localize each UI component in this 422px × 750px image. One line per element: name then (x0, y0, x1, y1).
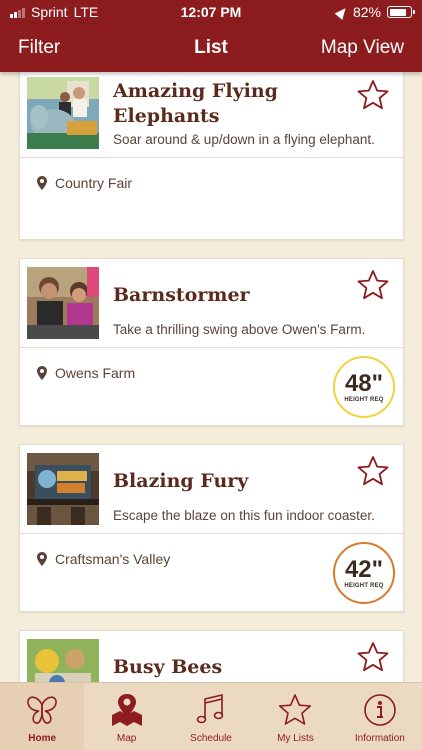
butterfly-icon (27, 696, 58, 724)
ride-location: Owens Farm (37, 365, 135, 381)
ride-name: Amazing Flying Elephants (113, 80, 278, 127)
status-bar: Sprint LTE 12:07 PM 82% (0, 0, 422, 24)
height-label: HEIGHT REQ (344, 396, 384, 403)
ride-card[interactable]: Busy Bees (19, 630, 404, 682)
height-value: 48" (344, 369, 384, 397)
ride-thumbnail (27, 453, 99, 525)
height-value: 42" (344, 555, 384, 583)
height-label: HEIGHT REQ (344, 582, 384, 589)
ride-name: Blazing Fury (113, 470, 249, 492)
ride-card[interactable]: Amazing Flying Elephants Soar around & u… (19, 72, 404, 240)
favorite-star-icon[interactable] (357, 455, 389, 487)
ride-card-footer: Owens Farm 48" HEIGHT REQ (20, 348, 403, 424)
location-pin-icon (37, 366, 47, 380)
tab-home[interactable]: Home (0, 683, 85, 750)
ride-location: Craftsman's Valley (37, 551, 170, 567)
carrier-label: Sprint (31, 4, 68, 20)
tab-information[interactable]: Information (338, 683, 422, 750)
map-pin-icon (111, 694, 142, 726)
ride-location-label: Owens Farm (55, 365, 136, 381)
height-requirement-badge: 42" HEIGHT REQ (333, 542, 395, 604)
tab-schedule[interactable]: Schedule (169, 683, 253, 750)
tab-label: Map (116, 733, 137, 744)
tab-label: Schedule (190, 733, 232, 744)
location-arrow-icon (334, 4, 350, 20)
ride-card-header: Blazing Fury Escape the blaze on this fu… (20, 445, 403, 534)
ride-thumbnail (27, 267, 99, 339)
ride-list[interactable]: Amazing Flying Elephants Soar around & u… (0, 72, 422, 682)
ride-location-label: Country Fair (55, 175, 133, 191)
ride-description: Take a thrilling swing above Owen's Farm… (113, 322, 366, 337)
ride-card-header: Amazing Flying Elephants Soar around & u… (20, 72, 403, 158)
tab-map[interactable]: Map (84, 683, 168, 750)
location-pin-icon (37, 552, 47, 566)
network-label: LTE (73, 4, 99, 20)
favorite-star-icon[interactable] (357, 79, 389, 111)
ride-location-label: Craftsman's Valley (55, 551, 171, 567)
favorite-star-icon[interactable] (357, 641, 389, 673)
music-note-icon (196, 693, 224, 724)
filter-button[interactable]: Filter (18, 37, 60, 59)
ride-description: Escape the blaze on this fun indoor coas… (113, 508, 375, 523)
location-pin-icon (37, 176, 47, 190)
battery-percent: 82% (352, 4, 381, 20)
ride-card[interactable]: Blazing Fury Escape the blaze on this fu… (19, 444, 404, 612)
map-view-button[interactable]: Map View (321, 37, 404, 59)
ride-name: Busy Bees (113, 656, 223, 678)
ride-name: Barnstormer (113, 284, 250, 306)
tab-label: My Lists (277, 733, 314, 744)
ride-card[interactable]: Barnstormer Take a thrilling swing above… (19, 258, 404, 426)
ride-thumbnail (27, 77, 99, 149)
ride-card-footer: Country Fair (20, 158, 403, 234)
ride-thumbnail (27, 639, 99, 682)
battery-icon (387, 6, 415, 18)
info-icon (364, 694, 396, 726)
star-icon (279, 694, 312, 725)
signal-icon (10, 7, 25, 18)
status-left: Sprint LTE (10, 4, 98, 20)
ride-card-header: Busy Bees (20, 631, 403, 682)
ride-description: Soar around & up/down in a flying elepha… (113, 132, 375, 147)
ride-card-footer: Craftsman's Valley 42" HEIGHT REQ (20, 534, 403, 610)
tab-label: Information (354, 733, 405, 744)
height-requirement-badge: 48" HEIGHT REQ (333, 356, 395, 418)
page-title: List (194, 37, 228, 58)
tab-label: Home (28, 733, 57, 744)
ride-card-header: Barnstormer Take a thrilling swing above… (20, 259, 403, 348)
ride-location: Country Fair (37, 175, 132, 191)
tab-my-lists[interactable]: My Lists (253, 683, 337, 750)
favorite-star-icon[interactable] (357, 269, 389, 301)
nav-bar: Filter List Map View (0, 24, 422, 72)
tab-bar: Home Map Schedule My Lists Information (0, 682, 422, 750)
status-right: 82% (334, 4, 415, 20)
